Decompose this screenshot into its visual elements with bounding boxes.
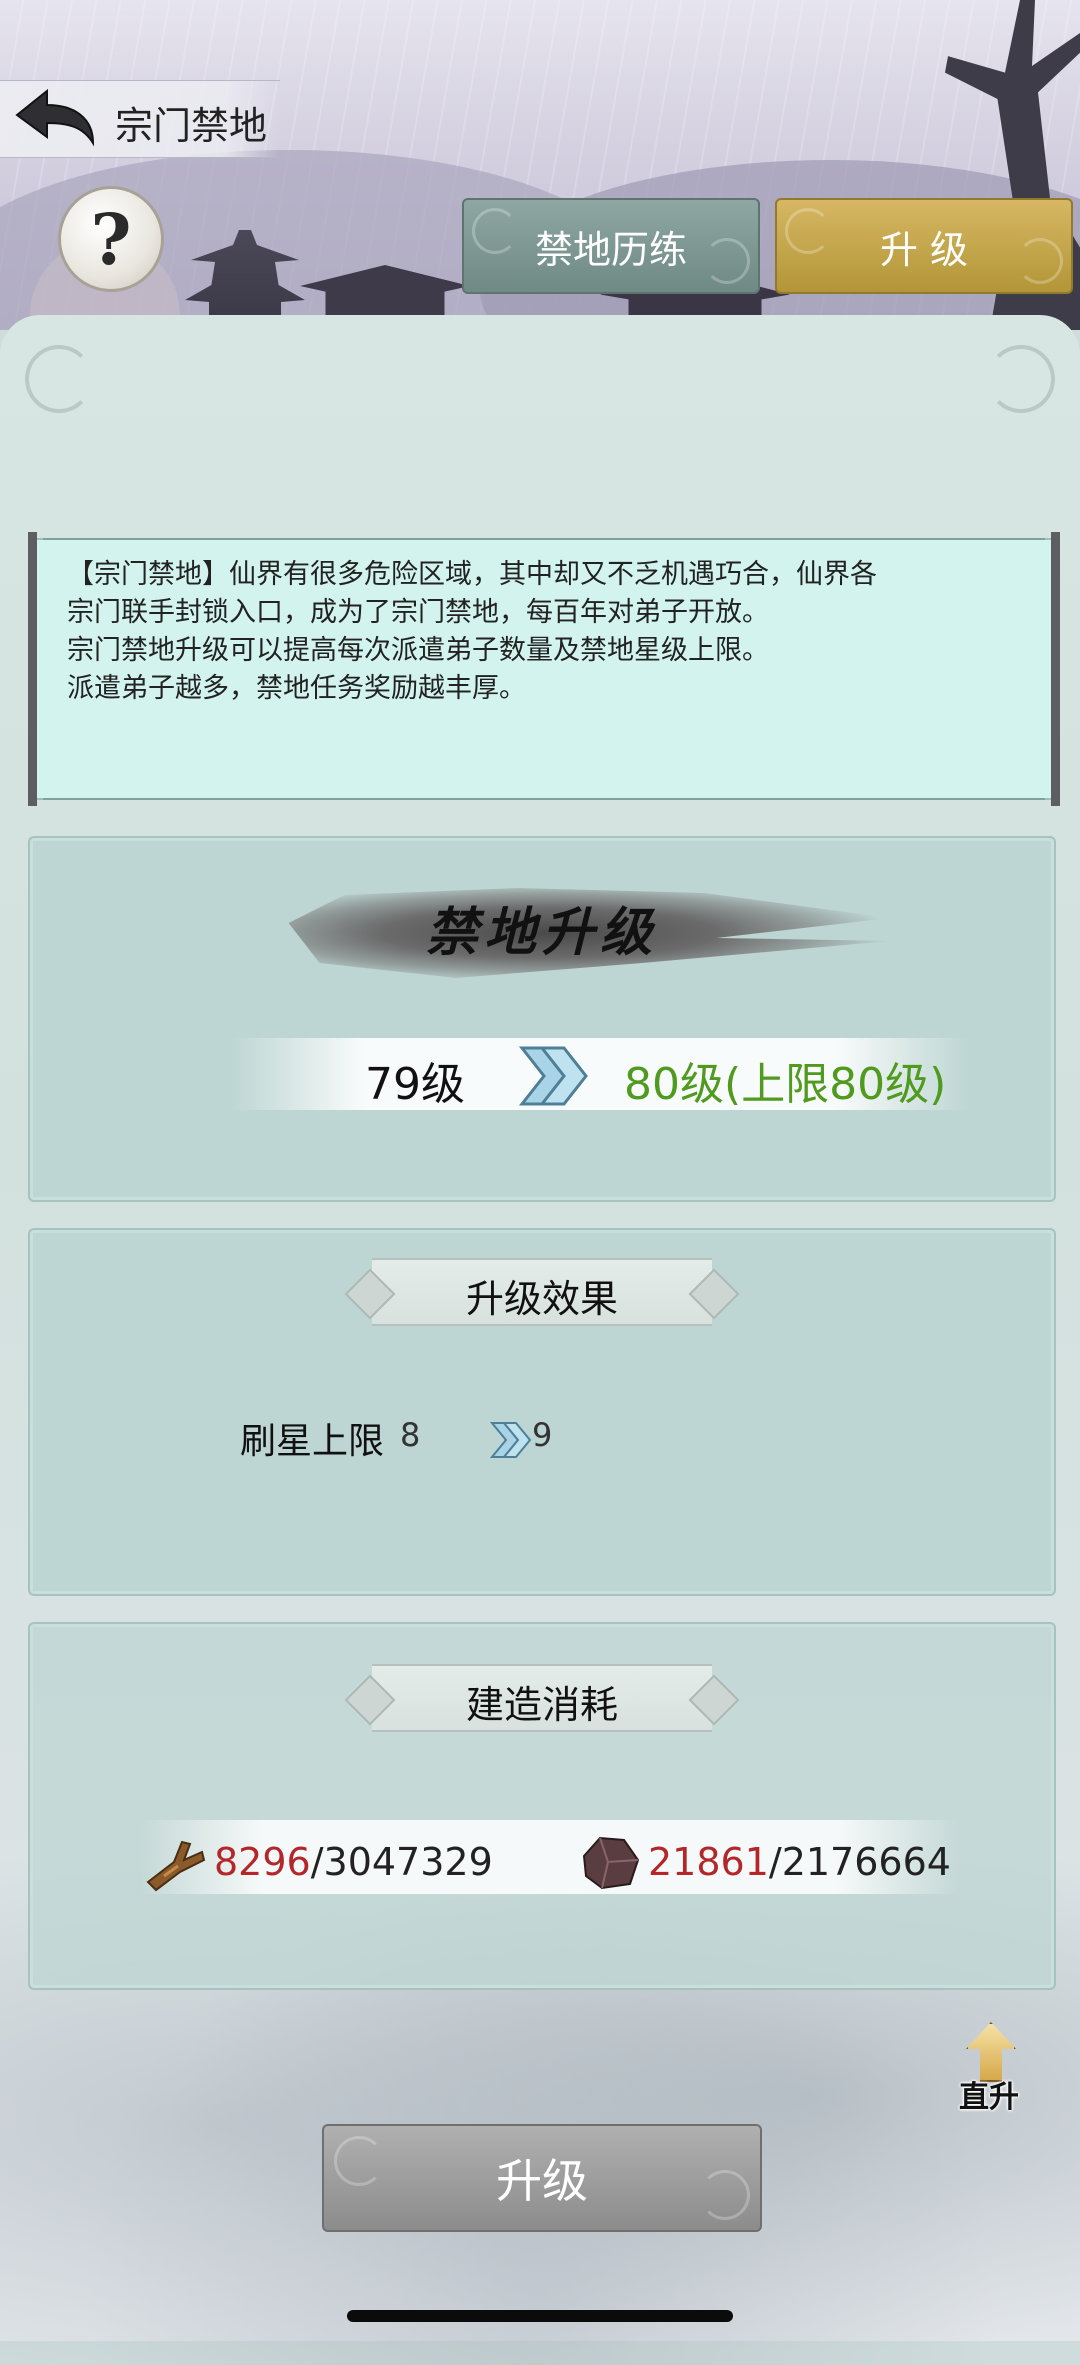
description-line: 宗门联手封锁入口，成为了宗门禁地，每百年对弟子开放。 <box>67 597 769 628</box>
cloud-swirl-decoration <box>472 208 518 254</box>
cloud-swirl-decoration <box>700 2170 750 2220</box>
tab-trial-label: 禁地历练 <box>534 227 687 272</box>
effect-to-value: 9 <box>532 1416 553 1454</box>
upgrade-level-card: 禁地升级 79级 80级(上限80级) <box>28 836 1056 1202</box>
ore-need: /2176664 <box>768 1840 951 1884</box>
help-button[interactable]: ? <box>58 186 164 292</box>
effect-label: 刷星上限 <box>240 1421 385 1462</box>
cloud-swirl-decoration <box>1017 238 1063 284</box>
resource-wood: 8296 /3047329 <box>144 1832 493 1892</box>
ore-have: 21861 <box>648 1840 769 1884</box>
page-title: 宗门禁地 <box>115 104 268 148</box>
upgrade-effect-card: 升级效果 刷星上限 8 9 <box>28 1228 1056 1596</box>
tab-trial[interactable]: 禁地历练 <box>462 198 760 294</box>
next-level: 80级(上限80级) <box>624 1059 947 1110</box>
double-chevron-right-icon <box>518 1046 588 1106</box>
direct-upgrade-label: 直升 <box>959 2080 1019 2115</box>
wood-have: 8296 <box>214 1840 311 1884</box>
description-text: 【宗门禁地】仙界有很多危险区域，其中却又不乏机遇巧合，仙界各 宗门联手封锁入口，… <box>67 556 1027 708</box>
upgrade-button[interactable]: 升级 <box>322 2124 762 2232</box>
description-line: 派遣弟子越多，禁地任务奖励越丰厚。 <box>67 673 526 704</box>
wood-need: /3047329 <box>310 1840 493 1884</box>
section-header: 升级效果 <box>344 1258 740 1326</box>
home-indicator[interactable] <box>347 2310 733 2322</box>
description-line: 【宗门禁地】仙界有很多危险区域，其中却又不乏机遇巧合，仙界各 <box>67 559 877 590</box>
cloud-corner-decoration <box>987 345 1055 413</box>
description-scroll: 【宗门禁地】仙界有很多危险区域，其中却又不乏机遇巧合，仙界各 宗门联手封锁入口，… <box>28 532 1060 806</box>
current-level: 79级 <box>365 1059 465 1110</box>
tab-upgrade[interactable]: 升 级 <box>775 198 1073 294</box>
back-arrow-icon <box>15 88 95 147</box>
double-chevron-right-icon <box>490 1422 532 1458</box>
cloud-swirl-decoration <box>334 2136 384 2186</box>
upgrade-button-label: 升级 <box>496 2154 588 2208</box>
effect-section-title: 升级效果 <box>465 1277 618 1321</box>
wood-icon <box>146 1840 206 1892</box>
build-cost-card: 建造消耗 8296 /3047329 21861 /2176664 <box>28 1622 1056 1990</box>
description-line: 宗门禁地升级可以提高每次派遣弟子数量及禁地星级上限。 <box>67 635 769 666</box>
direct-upgrade-button[interactable]: 直升 <box>952 2022 1026 2115</box>
cloud-swirl-decoration <box>704 238 750 284</box>
cost-section-title: 建造消耗 <box>465 1683 618 1727</box>
cloud-corner-decoration <box>25 345 93 413</box>
upgrade-card-title: 禁地升级 <box>425 902 658 963</box>
cloud-swirl-decoration <box>785 208 831 254</box>
section-header: 建造消耗 <box>344 1664 740 1732</box>
effect-from-value: 8 <box>400 1416 421 1454</box>
resource-ore: 21861 /2176664 <box>578 1832 951 1892</box>
back-button[interactable] <box>10 82 100 152</box>
question-mark-icon: ? <box>90 197 132 281</box>
tab-upgrade-label: 升 级 <box>879 227 969 272</box>
ore-icon <box>582 1836 640 1890</box>
